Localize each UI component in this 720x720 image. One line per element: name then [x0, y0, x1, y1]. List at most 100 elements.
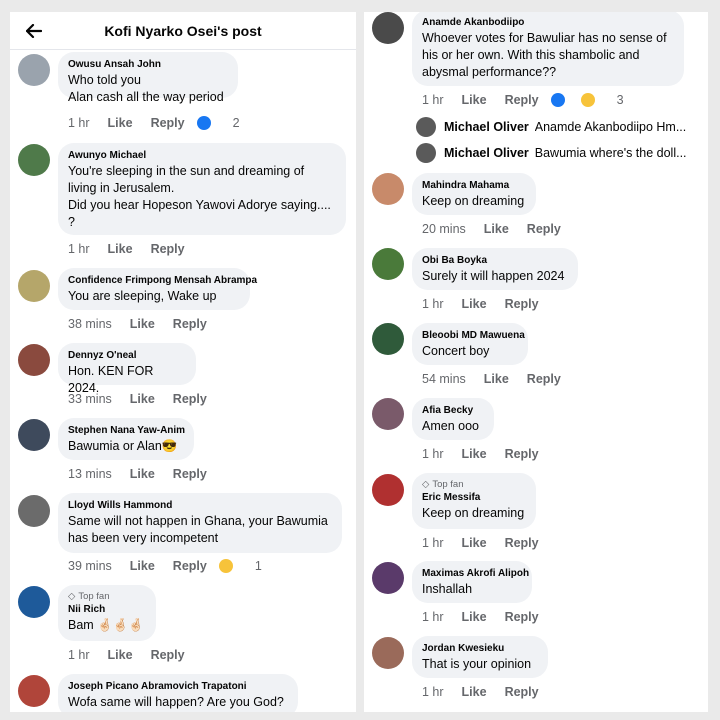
reply-text: Anamde Akanbodiipo Hm...: [534, 120, 687, 134]
comment-author[interactable]: Eric Messifa: [422, 491, 526, 505]
comment-author[interactable]: Joseph Picano Abramovich Trapatoni: [68, 680, 288, 694]
reply-button[interactable]: Reply: [527, 372, 561, 386]
like-button[interactable]: Like: [130, 467, 155, 481]
comment-author[interactable]: Nii Rich: [68, 603, 146, 617]
like-button[interactable]: Like: [108, 116, 133, 130]
comment-text: Keep on dreaming: [422, 194, 525, 208]
comment-author[interactable]: Lloyd Wills Hammond: [68, 499, 332, 513]
like-button[interactable]: Like: [484, 372, 509, 386]
like-button[interactable]: Like: [484, 222, 509, 236]
reply-button[interactable]: Reply: [173, 467, 207, 481]
reply-button[interactable]: Reply: [527, 222, 561, 236]
avatar[interactable]: [18, 270, 50, 302]
comment-bubble: Owusu Ansah John Who told you Alan cash …: [58, 52, 238, 104]
comment-author[interactable]: Awunyo Michael: [68, 149, 336, 163]
comment-author[interactable]: Maximas Akrofi Alipoh: [422, 567, 529, 581]
comment-bubble: Bleoobi MD Mawuena Concert boy: [412, 323, 528, 365]
like-button[interactable]: Like: [108, 648, 133, 662]
avatar[interactable]: [372, 173, 404, 205]
reply-button[interactable]: Reply: [505, 685, 539, 699]
reply-button[interactable]: Reply: [173, 392, 207, 406]
comment-text: Concert boy: [422, 344, 490, 358]
avatar[interactable]: [372, 12, 404, 44]
haha-reaction-icon: [218, 559, 233, 573]
avatar[interactable]: [18, 586, 50, 618]
like-button[interactable]: Like: [462, 297, 487, 311]
comment-text: Inshallah: [422, 582, 473, 596]
reply-button[interactable]: Reply: [505, 536, 539, 550]
comment-text: You are sleeping, Wake up: [68, 289, 217, 303]
comment-time: 1 hr: [422, 610, 444, 624]
comment-actions: 1 hr Like Reply: [422, 610, 557, 624]
diamond-icon: ◇: [422, 479, 430, 490]
comment-time: 1 hr: [422, 536, 444, 550]
avatar[interactable]: [372, 248, 404, 280]
avatar[interactable]: [18, 344, 50, 376]
like-button[interactable]: Like: [462, 685, 487, 699]
reply-text: Bawumia where's the doll...: [534, 146, 687, 160]
avatar[interactable]: [18, 495, 50, 527]
comment-time: 33 mins: [68, 392, 112, 406]
comment-author[interactable]: Jordan Kwesieku: [422, 642, 538, 656]
avatar[interactable]: [18, 419, 50, 451]
comment-author[interactable]: Bleoobi MD Mawuena: [422, 329, 525, 343]
like-button[interactable]: Like: [462, 536, 487, 550]
avatar[interactable]: [372, 323, 404, 355]
reply-author[interactable]: Michael Oliver: [444, 146, 529, 160]
reply-button[interactable]: Reply: [151, 648, 185, 662]
comment-actions: 13 mins Like Reply: [68, 467, 225, 481]
like-button[interactable]: Like: [108, 242, 133, 256]
comment-actions: 54 mins Like Reply: [422, 372, 579, 386]
comment-author[interactable]: Owusu Ansah John: [68, 58, 228, 72]
reply-button[interactable]: Reply: [151, 116, 185, 130]
comment-time: 1 hr: [422, 297, 444, 311]
diamond-icon: ◇: [68, 591, 76, 602]
like-button[interactable]: Like: [130, 317, 155, 331]
comment-author[interactable]: Obi Ba Boyka: [422, 254, 568, 268]
comment-author[interactable]: Dennyz O'neal: [68, 349, 186, 363]
like-button[interactable]: Like: [462, 93, 487, 107]
back-button[interactable]: [22, 19, 46, 43]
comment-author[interactable]: Anamde Akanbodiipo: [422, 16, 674, 30]
like-button[interactable]: Like: [130, 559, 155, 573]
reply-button[interactable]: Reply: [505, 93, 539, 107]
reply-preview[interactable]: Michael Oliver Anamde Akanbodiipo Hm...: [416, 116, 691, 138]
reply-button[interactable]: Reply: [505, 297, 539, 311]
reply-button[interactable]: Reply: [505, 447, 539, 461]
comment-text: Who told you Alan cash all the way perio…: [68, 73, 224, 104]
comment-bubble: Joseph Picano Abramovich Trapatoni Wofa …: [58, 674, 298, 712]
avatar[interactable]: [372, 474, 404, 506]
avatar[interactable]: [18, 144, 50, 176]
comment-actions: 1 hr Like Reply: [422, 447, 557, 461]
avatar[interactable]: [372, 398, 404, 430]
like-button[interactable]: Like: [462, 610, 487, 624]
comment-author[interactable]: Stephen Nana Yaw-Anim: [68, 424, 185, 438]
top-fan-badge: ◇ Top fan: [422, 479, 526, 491]
reply-button[interactable]: Reply: [173, 559, 207, 573]
comment-actions: 1 hr Like Reply: [422, 536, 557, 550]
comment-author[interactable]: Confidence Frimpong Mensah Abrampa: [68, 274, 257, 288]
like-button[interactable]: Like: [130, 392, 155, 406]
avatar[interactable]: [18, 54, 50, 86]
like-button[interactable]: Like: [462, 447, 487, 461]
comment-author[interactable]: Mahindra Mahama: [422, 179, 526, 193]
avatar[interactable]: [372, 637, 404, 669]
comment-bubble: Lloyd Wills Hammond Same will not happen…: [58, 493, 342, 553]
avatar: [416, 143, 436, 163]
reaction-count: 1: [254, 559, 262, 573]
comment-text: Keep on dreaming: [422, 506, 525, 520]
reaction-count: 3: [616, 93, 624, 107]
reply-button[interactable]: Reply: [505, 610, 539, 624]
reply-button[interactable]: Reply: [151, 242, 185, 256]
reply-author[interactable]: Michael Oliver: [444, 120, 529, 134]
comment-actions: 1 hr Like Reply: [68, 242, 203, 256]
avatar[interactable]: [372, 562, 404, 594]
reply-preview[interactable]: Michael Oliver Bawumia where's the doll.…: [416, 142, 691, 164]
reaction-summary[interactable]: 1: [218, 559, 280, 573]
comment-author[interactable]: Afia Becky: [422, 404, 484, 418]
reply-button[interactable]: Reply: [173, 317, 207, 331]
reaction-summary[interactable]: 2: [196, 116, 258, 130]
comment-bubble: Afia Becky Amen ooo: [412, 398, 494, 440]
reaction-summary[interactable]: 3: [550, 93, 642, 107]
avatar[interactable]: [18, 675, 50, 707]
